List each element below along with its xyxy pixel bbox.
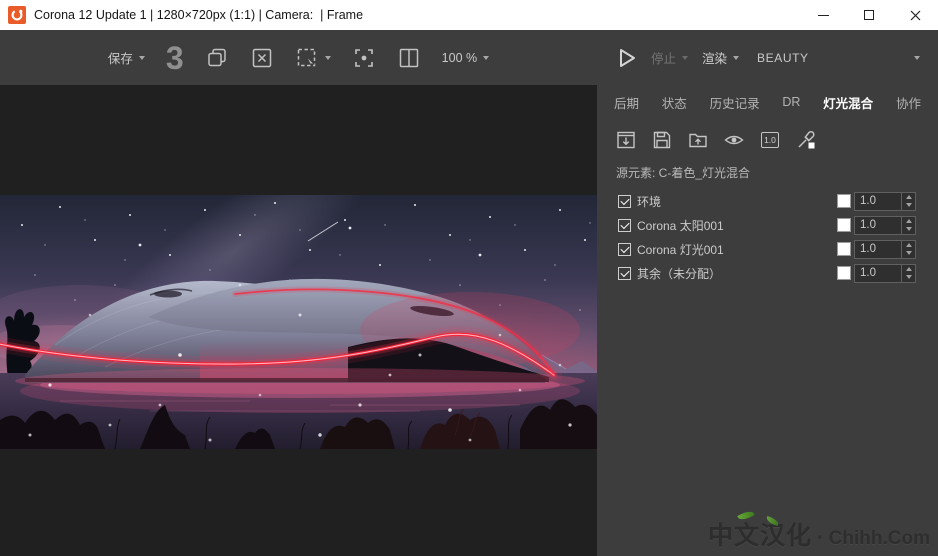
checkbox-checked[interactable] bbox=[618, 194, 631, 208]
lightmix-row-environment: 环境 bbox=[618, 189, 916, 213]
spin-down-button[interactable] bbox=[902, 225, 915, 234]
zoom-value: 100 % bbox=[441, 50, 478, 65]
chevron-down-icon bbox=[138, 55, 145, 60]
eye-icon[interactable] bbox=[722, 128, 746, 152]
tab-dr[interactable]: DR bbox=[782, 95, 800, 109]
focus-point-icon[interactable] bbox=[352, 46, 376, 70]
chevron-down-icon bbox=[324, 55, 331, 60]
chevron-down-icon bbox=[682, 55, 689, 60]
watermark-separator: · bbox=[817, 527, 824, 549]
spin-up-button[interactable] bbox=[902, 193, 915, 202]
region-select-button[interactable] bbox=[295, 46, 331, 70]
intensity-input[interactable] bbox=[855, 240, 901, 258]
color-swatch[interactable] bbox=[837, 266, 851, 280]
spinner bbox=[901, 264, 915, 282]
spin-down-button[interactable] bbox=[902, 249, 915, 258]
maximize-icon bbox=[864, 10, 874, 20]
duplicate-icon[interactable] bbox=[205, 46, 229, 70]
row-label: 其余（未分配） bbox=[637, 266, 722, 281]
checkbox-checked[interactable] bbox=[618, 242, 631, 256]
side-panel: 停止 渲染 BEAUTY 后期 状态 历史记录 DR 灯光混合 协作 1.0 源… bbox=[597, 30, 938, 556]
pass-counter: 3 bbox=[165, 39, 184, 76]
load-icon[interactable] bbox=[686, 128, 710, 152]
lightmix-rows: 环境 Corona 太阳001 bbox=[597, 189, 938, 285]
spin-up-button[interactable] bbox=[902, 265, 915, 274]
intensity-input[interactable] bbox=[855, 192, 901, 210]
window-title: Corona 12 Update 1 | 1280×720px (1:1) | … bbox=[34, 8, 364, 22]
panel-tabs: 后期 状态 历史记录 DR 灯光混合 协作 bbox=[597, 85, 938, 119]
intensity-input[interactable] bbox=[855, 264, 901, 282]
chevron-down-icon bbox=[733, 55, 740, 60]
minimize-button[interactable] bbox=[800, 0, 846, 30]
spin-down-button[interactable] bbox=[902, 273, 915, 282]
spin-up-button[interactable] bbox=[902, 217, 915, 226]
render-canvas[interactable] bbox=[0, 85, 597, 556]
save-button[interactable]: 保存 bbox=[108, 48, 145, 67]
maximize-button[interactable] bbox=[846, 0, 892, 30]
row-label: Corona 太阳001 bbox=[637, 218, 724, 233]
watermark-cn-text: 中文汉化 bbox=[707, 522, 812, 550]
stop-label: 停止 bbox=[651, 52, 677, 66]
spin-up-button[interactable] bbox=[902, 241, 915, 250]
spinner bbox=[901, 240, 915, 258]
source-element-label: 源元素: C-着色_灯光混合 bbox=[616, 166, 751, 180]
import-icon[interactable] bbox=[614, 128, 638, 152]
intensity-input[interactable] bbox=[855, 216, 901, 234]
checkbox-checked[interactable] bbox=[618, 266, 631, 280]
tab-post[interactable]: 后期 bbox=[614, 93, 639, 112]
close-icon bbox=[910, 10, 920, 20]
corona-vfb-window: Corona 12 Update 1 | 1280×720px (1:1) | … bbox=[0, 0, 938, 556]
spinner bbox=[901, 216, 915, 234]
ab-compare-icon[interactable] bbox=[397, 46, 421, 70]
clear-image-icon[interactable] bbox=[250, 46, 274, 70]
reset-values-label: 1.0 bbox=[761, 131, 779, 149]
vfb-toolbar: 保存 3 100 % bbox=[0, 30, 597, 85]
lightmix-row-rest-unassigned: 其余（未分配） bbox=[618, 261, 916, 285]
window-controls bbox=[800, 0, 938, 30]
row-label: Corona 灯光001 bbox=[637, 242, 724, 257]
color-picker-icon[interactable] bbox=[794, 128, 818, 152]
color-swatch[interactable] bbox=[837, 218, 851, 232]
render-controls: 停止 渲染 BEAUTY bbox=[597, 30, 938, 85]
checkbox-checked[interactable] bbox=[618, 218, 631, 232]
lightmix-row-light001: Corona 灯光001 bbox=[618, 237, 916, 261]
color-swatch[interactable] bbox=[837, 194, 851, 208]
channel-dropdown-icon[interactable] bbox=[914, 55, 920, 60]
tab-collaboration[interactable]: 协作 bbox=[896, 93, 921, 112]
row-label: 环境 bbox=[637, 194, 662, 209]
save-icon[interactable] bbox=[650, 128, 674, 152]
render-label: 渲染 bbox=[702, 52, 728, 66]
render-image bbox=[0, 195, 597, 449]
lightmix-toolbar: 1.0 bbox=[597, 119, 938, 161]
lightmix-row-sun001: Corona 太阳001 bbox=[618, 213, 916, 237]
stop-button[interactable]: 停止 bbox=[651, 48, 689, 67]
zoom-control[interactable]: 100 % bbox=[441, 50, 490, 65]
viewport-column: 保存 3 100 % bbox=[0, 30, 597, 556]
render-button[interactable]: 渲染 bbox=[702, 48, 740, 67]
corona-logo-icon bbox=[8, 6, 26, 24]
watermark-site-text: Chihh.Com bbox=[828, 528, 930, 549]
tab-history[interactable]: 历史记录 bbox=[710, 93, 760, 112]
chinese-localization-watermark: 中文汉化 · Chihh.Com bbox=[707, 508, 930, 552]
tab-stats[interactable]: 状态 bbox=[662, 93, 687, 112]
close-button[interactable] bbox=[892, 0, 938, 30]
spin-down-button[interactable] bbox=[902, 201, 915, 210]
channel-select-value[interactable]: BEAUTY bbox=[757, 51, 809, 65]
title-bar: Corona 12 Update 1 | 1280×720px (1:1) | … bbox=[0, 0, 938, 30]
chevron-down-icon bbox=[483, 55, 490, 60]
color-swatch[interactable] bbox=[837, 242, 851, 256]
play-icon[interactable] bbox=[617, 47, 637, 69]
spinner bbox=[901, 192, 915, 210]
minimize-icon bbox=[817, 14, 829, 16]
save-label: 保存 bbox=[107, 52, 133, 66]
reset-values-icon[interactable]: 1.0 bbox=[758, 128, 782, 152]
region-select-icon bbox=[295, 46, 319, 70]
tab-lightmix[interactable]: 灯光混合 bbox=[823, 93, 873, 112]
